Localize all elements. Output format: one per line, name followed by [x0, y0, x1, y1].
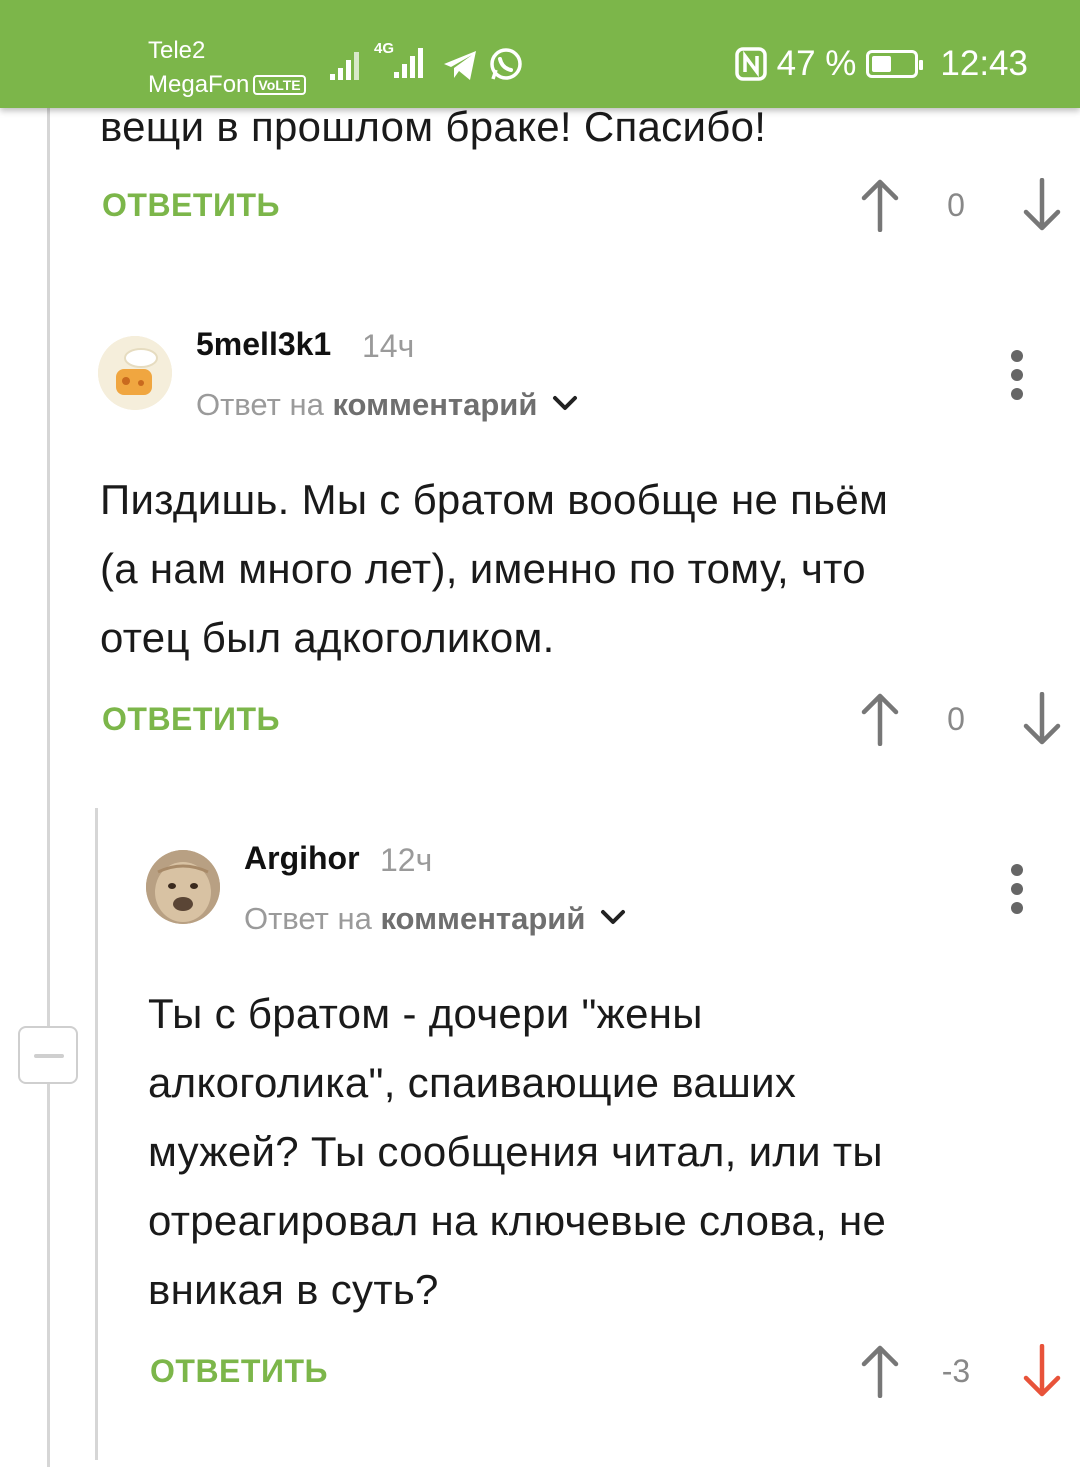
status-bar: Tele2 MegaFon VoLTE 4G 47 % 12:43	[0, 0, 1080, 108]
more-options-icon[interactable]	[1007, 350, 1027, 400]
vote-block: 0	[858, 692, 1064, 746]
battery-icon	[866, 50, 924, 78]
clock: 12:43	[940, 44, 1028, 83]
network-signal-icon: 4G	[374, 40, 432, 82]
answer-link[interactable]: комментарий	[380, 901, 585, 936]
prev-vote-block: 0	[858, 178, 1064, 232]
prev-reply-button[interactable]: ОТВЕТИТЬ	[102, 187, 280, 224]
comment-time: 14ч	[362, 328, 415, 364]
whatsapp-icon	[490, 48, 522, 80]
downvote-arrow-icon[interactable]	[1020, 1344, 1064, 1398]
reply-button[interactable]: ОТВЕТИТЬ	[150, 1353, 328, 1390]
answer-to-link[interactable]: Ответ на комментарий	[196, 387, 578, 423]
comment-time: 12ч	[380, 842, 433, 878]
downvote-arrow-icon[interactable]	[1020, 178, 1064, 232]
comment-body-line: (а нам много лет), именно по тому, что	[100, 545, 866, 592]
volte-badge: VoLTE	[253, 75, 306, 95]
comment-body-line: отреагировал на ключевые слова, не	[148, 1197, 887, 1244]
telegram-icon	[444, 51, 476, 80]
carrier-info: Tele2 MegaFon VoLTE	[148, 34, 306, 102]
comment-body-line: Пиздишь. Мы с братом вообще не пьём	[100, 476, 889, 523]
vote-count: -3	[941, 1352, 971, 1389]
comment-body-line: Ты с братом - дочери "жены	[148, 990, 703, 1037]
carrier2-name: MegaFon	[148, 71, 250, 98]
comment-body-line: отец был адкоголиком.	[100, 614, 555, 661]
comment-body-line: вникая в суть?	[148, 1266, 439, 1313]
vote-count: 0	[947, 700, 965, 737]
upvote-arrow-icon[interactable]	[858, 1344, 902, 1398]
chevron-down-icon[interactable]	[600, 907, 626, 927]
answer-prefix: Ответ на	[244, 901, 372, 936]
battery-percent: 47 %	[776, 44, 857, 83]
upvote-arrow-icon[interactable]	[858, 692, 902, 746]
more-options-icon[interactable]	[1007, 864, 1027, 914]
thread-line-level1	[47, 108, 50, 1467]
avatar[interactable]	[98, 336, 172, 410]
downvote-arrow-icon[interactable]	[1020, 692, 1064, 746]
upvote-arrow-icon[interactable]	[858, 178, 902, 232]
vote-block: -3	[858, 1344, 1064, 1398]
answer-to-link[interactable]: Ответ на комментарий	[244, 901, 626, 937]
chevron-down-icon[interactable]	[552, 393, 578, 413]
comment-body: Пиздишь. Мы с братом вообще не пьём (а н…	[100, 465, 888, 672]
user-avatar-icon	[146, 850, 220, 924]
comment-author[interactable]: Argihor	[244, 840, 360, 877]
answer-link[interactable]: комментарий	[332, 387, 537, 422]
comment-body-line: алкоголика", спаивающие ваших	[148, 1059, 797, 1106]
comment-body-line: мужей? Ты сообщения читал, или ты	[148, 1128, 883, 1175]
comment-author[interactable]: 5mell3k1	[196, 326, 331, 363]
avatar[interactable]	[146, 850, 220, 924]
collapse-thread-button[interactable]	[18, 1026, 78, 1084]
vote-count: 0	[947, 186, 965, 223]
nfc-icon	[734, 47, 767, 81]
signal-icons: 4G	[328, 40, 524, 82]
system-status: 47 % 12:43	[734, 44, 1028, 84]
carrier1-name: Tele2	[148, 37, 206, 64]
comment-body: Ты с братом - дочери "жены алкоголика", …	[148, 979, 886, 1324]
thread-line-level2	[95, 808, 98, 1460]
answer-prefix: Ответ на	[196, 387, 324, 422]
reply-button[interactable]: ОТВЕТИТЬ	[102, 701, 280, 738]
user-avatar-icon	[98, 336, 172, 410]
signal-strength-icon	[330, 52, 359, 80]
